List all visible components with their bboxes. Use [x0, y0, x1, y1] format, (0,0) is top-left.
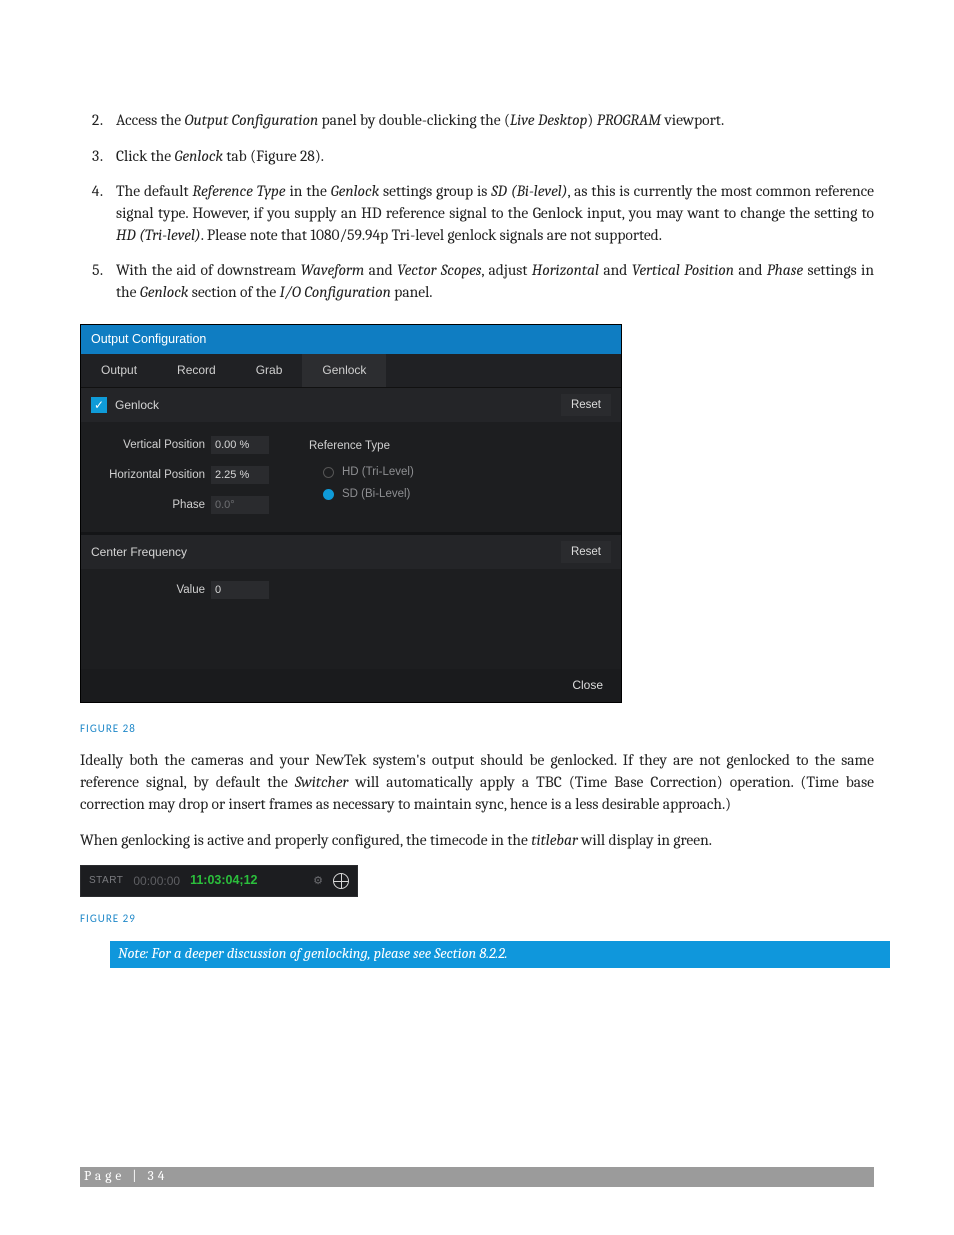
tab-grab[interactable]: Grab	[236, 354, 303, 387]
instruction-4: The default Reference Type in the Genloc…	[106, 181, 874, 246]
reference-type-sd-label: SD (Bi-Level)	[342, 486, 410, 502]
reference-type-label: Reference Type	[309, 438, 414, 454]
horizontal-position-label: Horizontal Position	[95, 467, 205, 483]
body-paragraph-1: Ideally both the cameras and your NewTek…	[80, 750, 874, 815]
cf-value-input[interactable]: 0	[211, 581, 269, 599]
genlock-enable-checkbox[interactable]: ✓	[91, 397, 107, 413]
cf-value-label: Value	[95, 582, 205, 598]
figure-29-caption: FIGURE 29	[80, 911, 874, 926]
output-configuration-panel: Output Configuration Output Record Grab …	[80, 324, 622, 703]
gear-icon[interactable]: ⚙	[313, 874, 323, 889]
center-frequency-header: Center Frequency Reset	[81, 535, 621, 569]
globe-icon[interactable]	[333, 873, 349, 889]
radio-icon	[323, 467, 334, 478]
horizontal-position-input[interactable]: 2.25 %	[211, 466, 269, 484]
radio-icon	[323, 489, 334, 500]
timecode-current: 11:03:04;12	[190, 872, 257, 890]
panel-footer: Close	[81, 669, 621, 702]
timecode-start-label: START	[89, 874, 123, 888]
reference-type-sd-radio[interactable]: SD (Bi-Level)	[323, 486, 414, 502]
timecode-start-time: 00:00:00	[133, 873, 180, 890]
tab-output[interactable]: Output	[81, 354, 157, 387]
instruction-3: Click the Genlock tab (Figure 28).	[106, 146, 874, 168]
center-frequency-body: Value 0	[81, 569, 621, 669]
page-footer: Page | 34	[80, 1167, 874, 1187]
vertical-position-label: Vertical Position	[95, 437, 205, 453]
genlock-section-label: Genlock	[115, 397, 159, 414]
genlock-section-body: Vertical Position 0.00 % Horizontal Posi…	[81, 422, 621, 532]
tab-genlock[interactable]: Genlock	[302, 354, 386, 387]
phase-label: Phase	[95, 497, 205, 513]
phase-input[interactable]: 0.0°	[211, 496, 269, 514]
figure-28-caption: FIGURE 28	[80, 721, 874, 736]
note-bar: Note: For a deeper discussion of genlock…	[110, 941, 890, 968]
instruction-2: Access the Output Configuration panel by…	[106, 110, 874, 132]
panel-tabstrip: Output Record Grab Genlock	[81, 354, 621, 388]
genlock-section-header: ✓ Genlock Reset	[81, 388, 621, 422]
vertical-position-input[interactable]: 0.00 %	[211, 436, 269, 454]
body-paragraph-2: When genlocking is active and properly c…	[80, 830, 874, 852]
tab-record[interactable]: Record	[157, 354, 236, 387]
center-frequency-reset-button[interactable]: Reset	[561, 541, 611, 563]
genlock-reset-button[interactable]: Reset	[561, 394, 611, 416]
instruction-list: Access the Output Configuration panel by…	[80, 110, 874, 304]
center-frequency-label: Center Frequency	[91, 544, 187, 561]
instruction-5: With the aid of downstream Waveform and …	[106, 260, 874, 303]
reference-type-hd-radio[interactable]: HD (Tri-Level)	[323, 464, 414, 480]
close-button[interactable]: Close	[572, 677, 603, 694]
check-icon: ✓	[94, 397, 104, 414]
reference-type-hd-label: HD (Tri-Level)	[342, 464, 414, 480]
panel-title: Output Configuration	[81, 325, 621, 355]
titlebar-timecode-widget: START 00:00:00 11:03:04;12 ⚙	[80, 865, 358, 897]
